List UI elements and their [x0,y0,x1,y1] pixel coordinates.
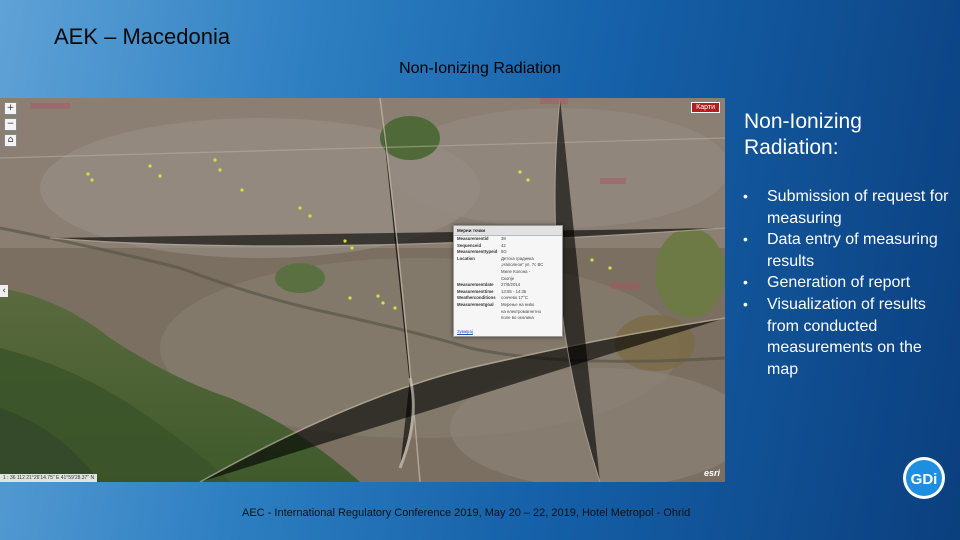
measurement-marker[interactable] [158,174,162,178]
measurement-marker[interactable] [393,306,397,310]
popup-field-value: 27/8/2014 [501,282,521,288]
popup-row: „Наполеон“ ул. 7с ВС [454,262,562,269]
measurement-marker[interactable] [608,266,612,270]
popup-field-label: Measurementgoal [457,301,494,307]
gdi-logo: GDi [903,457,945,499]
measurement-marker[interactable] [348,296,352,300]
popup-field-label [457,269,501,276]
popup-zoom-link[interactable]: Зумирај [457,329,473,334]
popup-row: Location Детска градинка [454,256,562,263]
popup-field-label: Weatherconditions [457,295,496,301]
measurement-markers [86,158,612,310]
measurement-marker[interactable] [86,172,90,176]
popup-field-label: Measurementtime [457,288,494,294]
popup-row: поле во околина [454,315,562,322]
popup-field-value: Детска градинка [501,255,534,261]
popup-row: Sequenceid 42 [454,243,562,250]
measurement-popup[interactable]: Мерни точки Measurementid 38 Sequenceid 42 M… [453,225,563,337]
measurement-marker[interactable] [90,178,94,182]
popup-field-value: 5G [501,249,507,255]
map-view[interactable]: + − ⌂ Карти ‹ Мерни точки Measurementid 3… [0,98,725,482]
feature-item: Submission of request for measuring [742,186,952,229]
popup-row: Measurementtime 13:55 - 14:35 [454,289,562,296]
basemap-button[interactable]: Карти [691,102,720,113]
measurement-marker[interactable] [526,178,530,182]
popup-row: Миле Колона - [454,269,562,276]
measurement-marker[interactable] [376,294,380,298]
popup-rows: Measurementid 38 Sequenceid 42 Measurementty… [454,236,562,322]
popup-field-label: Location [457,255,475,261]
feature-item: Visualization of results from conducted … [742,294,952,380]
popup-field-value: „Наполеон“ ул. 7с ВС [501,262,544,268]
measurement-marker[interactable] [308,214,312,218]
measurement-marker[interactable] [381,301,385,305]
popup-row: Measurementdate 27/8/2014 [454,282,562,289]
popup-field-value: Скопје [501,275,515,281]
popup-row: на електромагнетно [454,309,562,316]
measurement-marker[interactable] [218,168,222,172]
popup-field-label [457,262,501,269]
home-icon[interactable]: ⌂ [4,134,17,147]
measurement-marker[interactable] [350,246,354,250]
popup-row: Measurementid 38 [454,236,562,243]
map-heading: Non-Ionizing Radiation [399,60,561,77]
popup-field-value: поле во околина [501,315,534,321]
footer-text: AEC - International Regulatory Conferenc… [242,507,691,519]
zoom-out-button[interactable]: − [4,118,17,131]
feature-item: Data entry of measuring results [742,229,952,272]
collapse-arrow-icon[interactable]: ‹ [0,285,8,297]
popup-field-label: Measurementdate [457,282,494,288]
measurement-marker[interactable] [590,258,594,262]
popup-field-label [457,309,501,316]
popup-title: Мерни точки [454,226,562,236]
popup-field-value: Миле Колона - [501,268,531,274]
feature-list: Submission of request for measuring Data… [742,186,952,380]
scale-coordinates: 1 : 36 112 21°26'14.75" E 41°59'28.37" N [0,474,98,482]
measurement-marker[interactable] [518,170,522,174]
esri-attribution: esri [703,468,720,478]
measurement-marker[interactable] [343,239,347,243]
slide-title: AEK – Macedonia [54,24,231,49]
logo-text: GDi [911,471,938,488]
popup-field-label: Sequenceid [457,242,482,248]
popup-field-value: на електромагнетно [501,308,542,314]
popup-field-label [457,315,501,322]
popup-field-label [457,276,501,283]
measurement-marker[interactable] [213,158,217,162]
popup-field-value: 13:55 - 14:35 [501,288,527,294]
popup-field-label: Measurementid [457,236,489,241]
popup-field-label: Measurementtypeid [457,249,498,255]
popup-field-value: 42 [501,242,506,248]
popup-row: Measurementgoal Мерење на ниво [454,302,562,309]
popup-row: Скопје [454,276,562,283]
measurement-marker[interactable] [148,164,152,168]
zoom-controls: + − ⌂ [4,102,17,147]
popup-field-value: сончево 17°C [501,295,529,301]
popup-row: Measurementtypeid 5G [454,249,562,256]
popup-field-value: Мерење на ниво [501,301,535,307]
popup-field-value: 38 [501,236,506,241]
panel-title: Non-Ionizing Radiation: [744,110,862,159]
measurement-marker[interactable] [298,206,302,210]
popup-row: Weatherconditions сончево 17°C [454,295,562,302]
feature-item: Generation of report [742,272,952,294]
measurement-marker[interactable] [240,188,244,192]
zoom-in-button[interactable]: + [4,102,17,115]
